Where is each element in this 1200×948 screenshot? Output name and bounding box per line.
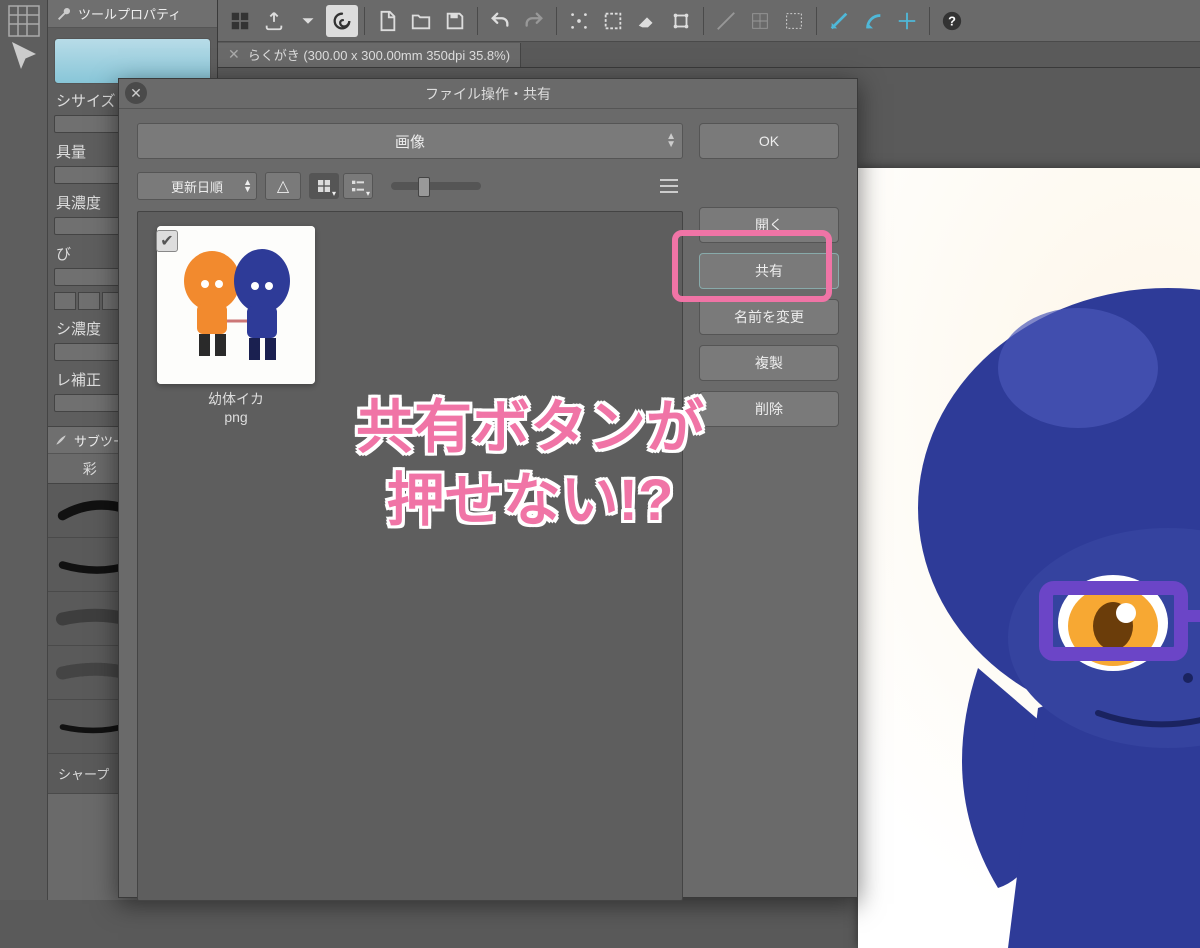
snap-grid-icon[interactable] — [744, 5, 776, 37]
erase-icon[interactable] — [631, 5, 663, 37]
checkmark-icon[interactable]: ✔ — [156, 230, 178, 252]
chevron-updown-icon: ▲▼ — [666, 133, 676, 149]
sort-dropdown[interactable]: 更新日順▲▼ — [137, 172, 257, 200]
top-toolbar: ? — [218, 0, 1200, 42]
duplicate-button[interactable]: 複製 — [699, 345, 839, 381]
open-button[interactable]: 開く — [699, 207, 839, 243]
file-share-dialog: ✕ ファイル操作・共有 画像 ▲▼ 更新日順▲▼ △ ▾ ▾ ✔ — [118, 78, 858, 898]
select-all-icon[interactable] — [597, 5, 629, 37]
close-tab-icon[interactable]: ✕ — [228, 46, 240, 63]
save-icon[interactable] — [439, 5, 471, 37]
cursor-icon[interactable] — [6, 42, 42, 72]
redo-icon[interactable] — [518, 5, 550, 37]
share-button[interactable]: 共有 — [699, 253, 839, 289]
dialog-menu-icon[interactable] — [655, 173, 683, 199]
file-name: 幼体イカpng — [208, 390, 264, 426]
dialog-title: ファイル操作・共有 — [425, 84, 551, 104]
category-dropdown[interactable]: 画像 ▲▼ — [137, 123, 683, 159]
snap-special-icon[interactable] — [778, 5, 810, 37]
swirl-icon[interactable] — [326, 5, 358, 37]
dialog-button-column: OK 開く 共有 名前を変更 複製 削除 — [699, 123, 839, 901]
swatch[interactable] — [54, 292, 76, 310]
ok-button[interactable]: OK — [699, 123, 839, 159]
canvas[interactable] — [858, 168, 1200, 948]
file-thumbnail[interactable]: ✔ — [152, 226, 320, 426]
list-view-button[interactable]: ▾ — [343, 173, 373, 199]
sort-direction-button[interactable]: △ — [265, 172, 301, 200]
document-tab[interactable]: ✕ らくがき (300.00 x 300.00mm 350dpi 35.8%) — [218, 43, 521, 67]
dialog-close-icon[interactable]: ✕ — [125, 82, 147, 104]
dialog-titlebar: ✕ ファイル操作・共有 — [119, 79, 857, 109]
tool1-icon[interactable] — [823, 5, 855, 37]
dialog-left-panel: 画像 ▲▼ 更新日順▲▼ △ ▾ ▾ ✔ — [137, 123, 683, 901]
open-folder-icon[interactable] — [405, 5, 437, 37]
crop-icon[interactable] — [665, 5, 697, 37]
delete-button[interactable]: 削除 — [699, 391, 839, 427]
export-icon[interactable] — [258, 5, 290, 37]
grid-view-button[interactable]: ▾ — [309, 173, 339, 199]
tool-property-title: ツールプロパティ — [78, 4, 181, 23]
rename-button[interactable]: 名前を変更 — [699, 299, 839, 335]
snap-ruler-icon[interactable] — [710, 5, 742, 37]
triangle-down-icon[interactable] — [292, 5, 324, 37]
document-tab-title: らくがき (300.00 x 300.00mm 350dpi 35.8%) — [248, 45, 510, 64]
svg-text:?: ? — [948, 13, 956, 28]
canvas-illustration — [858, 168, 1200, 948]
dialog-toolbar: 更新日順▲▼ △ ▾ ▾ — [137, 169, 683, 203]
tool2-icon[interactable] — [857, 5, 889, 37]
new-file-icon[interactable] — [371, 5, 403, 37]
texture-icon[interactable] — [6, 6, 42, 36]
wrench-icon — [56, 6, 72, 22]
thumbnail-size-slider[interactable] — [391, 182, 481, 190]
file-list-area[interactable]: ✔ — [137, 211, 683, 901]
brush-icon — [54, 433, 68, 447]
deselect-icon[interactable] — [563, 5, 595, 37]
undo-icon[interactable] — [484, 5, 516, 37]
document-tab-bar: ✕ らくがき (300.00 x 300.00mm 350dpi 35.8%) — [218, 42, 1200, 68]
tool-property-header: ツールプロパティ — [48, 0, 217, 28]
thumbnail-image — [157, 226, 315, 384]
swatch[interactable] — [78, 292, 100, 310]
help-icon[interactable]: ? — [936, 5, 968, 37]
tool3-icon[interactable] — [891, 5, 923, 37]
grid-view-icon[interactable] — [224, 5, 256, 37]
left-strip — [0, 0, 48, 900]
